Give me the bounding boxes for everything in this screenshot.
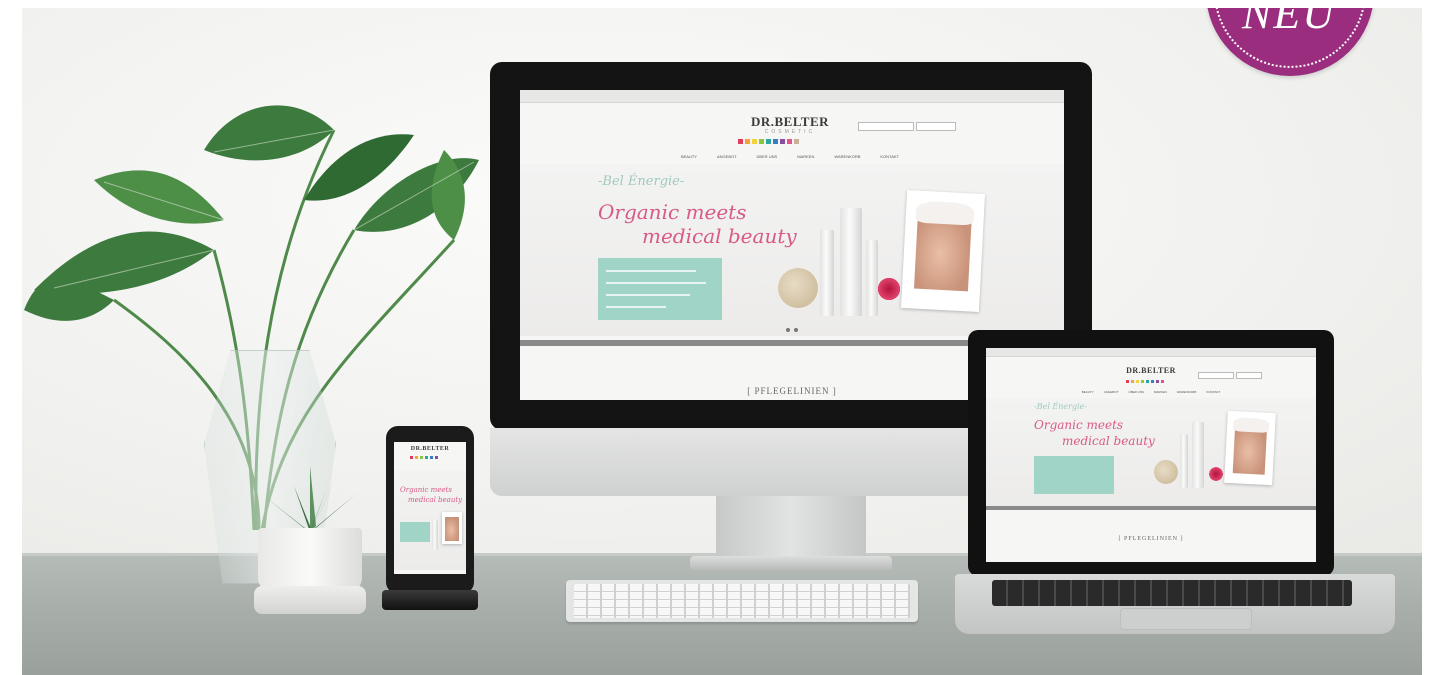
nav-item[interactable]: KONTAKT [1206, 390, 1220, 394]
divider-bar [986, 506, 1316, 510]
swatch [787, 139, 792, 144]
hero-headline-2: medical beauty [1062, 434, 1155, 448]
monitor-stand [716, 496, 866, 558]
nav-item[interactable]: KONTAKT [880, 154, 899, 159]
frame-left [0, 0, 22, 675]
section-title: [ PFLEGELINIEN ] [1118, 536, 1184, 542]
nav-item[interactable]: ÜBER UNS [757, 154, 778, 159]
swatch [752, 139, 757, 144]
succulent [264, 466, 356, 532]
model-photo [442, 512, 462, 544]
nav-item[interactable]: WARENKORB [1177, 390, 1197, 394]
nav-item[interactable]: WARENKORB [834, 154, 860, 159]
swatch [1156, 380, 1159, 383]
pot-saucer [254, 586, 366, 614]
frame-top [0, 0, 1436, 8]
swatch [420, 456, 423, 459]
laptop-trackpad [1120, 608, 1252, 630]
swatch [1151, 380, 1154, 383]
nav-item[interactable]: ÜBER UNS [1128, 390, 1144, 394]
nav-item[interactable]: BEAUTY [1082, 390, 1094, 394]
nav-item[interactable]: ANGEBOT [717, 154, 737, 159]
swatch [415, 456, 418, 459]
product-bottle [840, 208, 862, 316]
model-photo [1224, 410, 1276, 486]
slider-pagination[interactable] [786, 328, 798, 332]
model-photo [900, 190, 986, 312]
swatch [425, 456, 428, 459]
swatch [1126, 380, 1129, 383]
browser-toolbar [520, 90, 1064, 103]
hero-headline-1: Organic meets [598, 200, 747, 224]
hero-tagline: -Bel Énergie- [1034, 402, 1088, 411]
swatch [766, 139, 771, 144]
swatch [435, 456, 438, 459]
product-bottle [820, 230, 834, 316]
product-bottle [1192, 422, 1204, 488]
swatch [759, 139, 764, 144]
hero-headline-1: Organic meets [400, 486, 452, 494]
color-swatches [738, 139, 799, 144]
swatch [773, 139, 778, 144]
swatch [1131, 380, 1134, 383]
keyboard-keys [574, 584, 910, 618]
main-nav: BEAUTY ANGEBOT ÜBER UNS MARKEN WARENKORB… [640, 154, 940, 159]
hero-info-box [400, 522, 430, 542]
nav-item[interactable]: MARKEN [1154, 390, 1167, 394]
product-bottle [432, 520, 438, 550]
login-input[interactable] [916, 122, 956, 131]
swatch [410, 456, 413, 459]
hero-headline-2: medical beauty [642, 224, 797, 248]
swatch [1146, 380, 1149, 383]
plant-pot [258, 528, 362, 592]
laptop-keyboard [992, 580, 1352, 606]
brand-logo[interactable]: DR.BELTER [398, 446, 462, 452]
hero-info-box [1034, 456, 1114, 494]
swatch [1141, 380, 1144, 383]
hero-tagline: -Bel Énergie- [598, 174, 685, 189]
swatch [780, 139, 785, 144]
search-input[interactable] [1198, 372, 1234, 379]
color-swatches [410, 456, 438, 459]
login-input[interactable] [1236, 372, 1262, 379]
product-jar [778, 268, 818, 308]
browser-toolbar [986, 348, 1316, 357]
hero-info-box [598, 258, 722, 320]
swatch [1161, 380, 1164, 383]
orchid-flower [1208, 466, 1224, 482]
swatch [794, 139, 799, 144]
monitor-foot [690, 556, 892, 570]
section-title: [ PFLEGELINIEN ] [747, 386, 837, 396]
main-nav: BEAUTY ANGEBOT ÜBER UNS MARKEN WARENKORB… [1056, 390, 1246, 394]
color-swatches [1126, 380, 1164, 383]
brand-logo[interactable]: DR.BELTER [1106, 366, 1196, 375]
search-input[interactable] [858, 122, 914, 131]
swatch [430, 456, 433, 459]
hero-headline-2: medical beauty [408, 496, 463, 504]
nav-item[interactable]: MARKEN [797, 154, 814, 159]
product-mockup-scene: DR.BELTER COSMETIC BEAUTY ANGEBOT ÜBER U… [0, 0, 1436, 675]
product-jar [1154, 460, 1178, 484]
orchid-flower [876, 276, 902, 302]
phone-dock [382, 590, 478, 610]
nav-item[interactable]: BEAUTY [681, 154, 697, 159]
swatch [1136, 380, 1139, 383]
product-bottle [866, 240, 878, 316]
swatch [738, 139, 743, 144]
hero-headline-1: Organic meets [1034, 418, 1124, 432]
frame-right [1422, 0, 1436, 675]
website-mobile: DR.BELTER Organic meets medical beauty [394, 442, 466, 574]
brand-subtitle: COSMETIC [764, 129, 816, 135]
laptop-screen: DR.BELTER BEAUTY ANGEBOT ÜBER UNS MARKEN… [986, 348, 1316, 562]
phone-screen: DR.BELTER Organic meets medical beauty [394, 442, 466, 574]
swatch [745, 139, 750, 144]
brand-logo[interactable]: DR.BELTER [720, 114, 860, 130]
product-bottle [1180, 434, 1188, 488]
website-laptop: DR.BELTER BEAUTY ANGEBOT ÜBER UNS MARKEN… [986, 348, 1316, 562]
nav-item[interactable]: ANGEBOT [1104, 390, 1119, 394]
